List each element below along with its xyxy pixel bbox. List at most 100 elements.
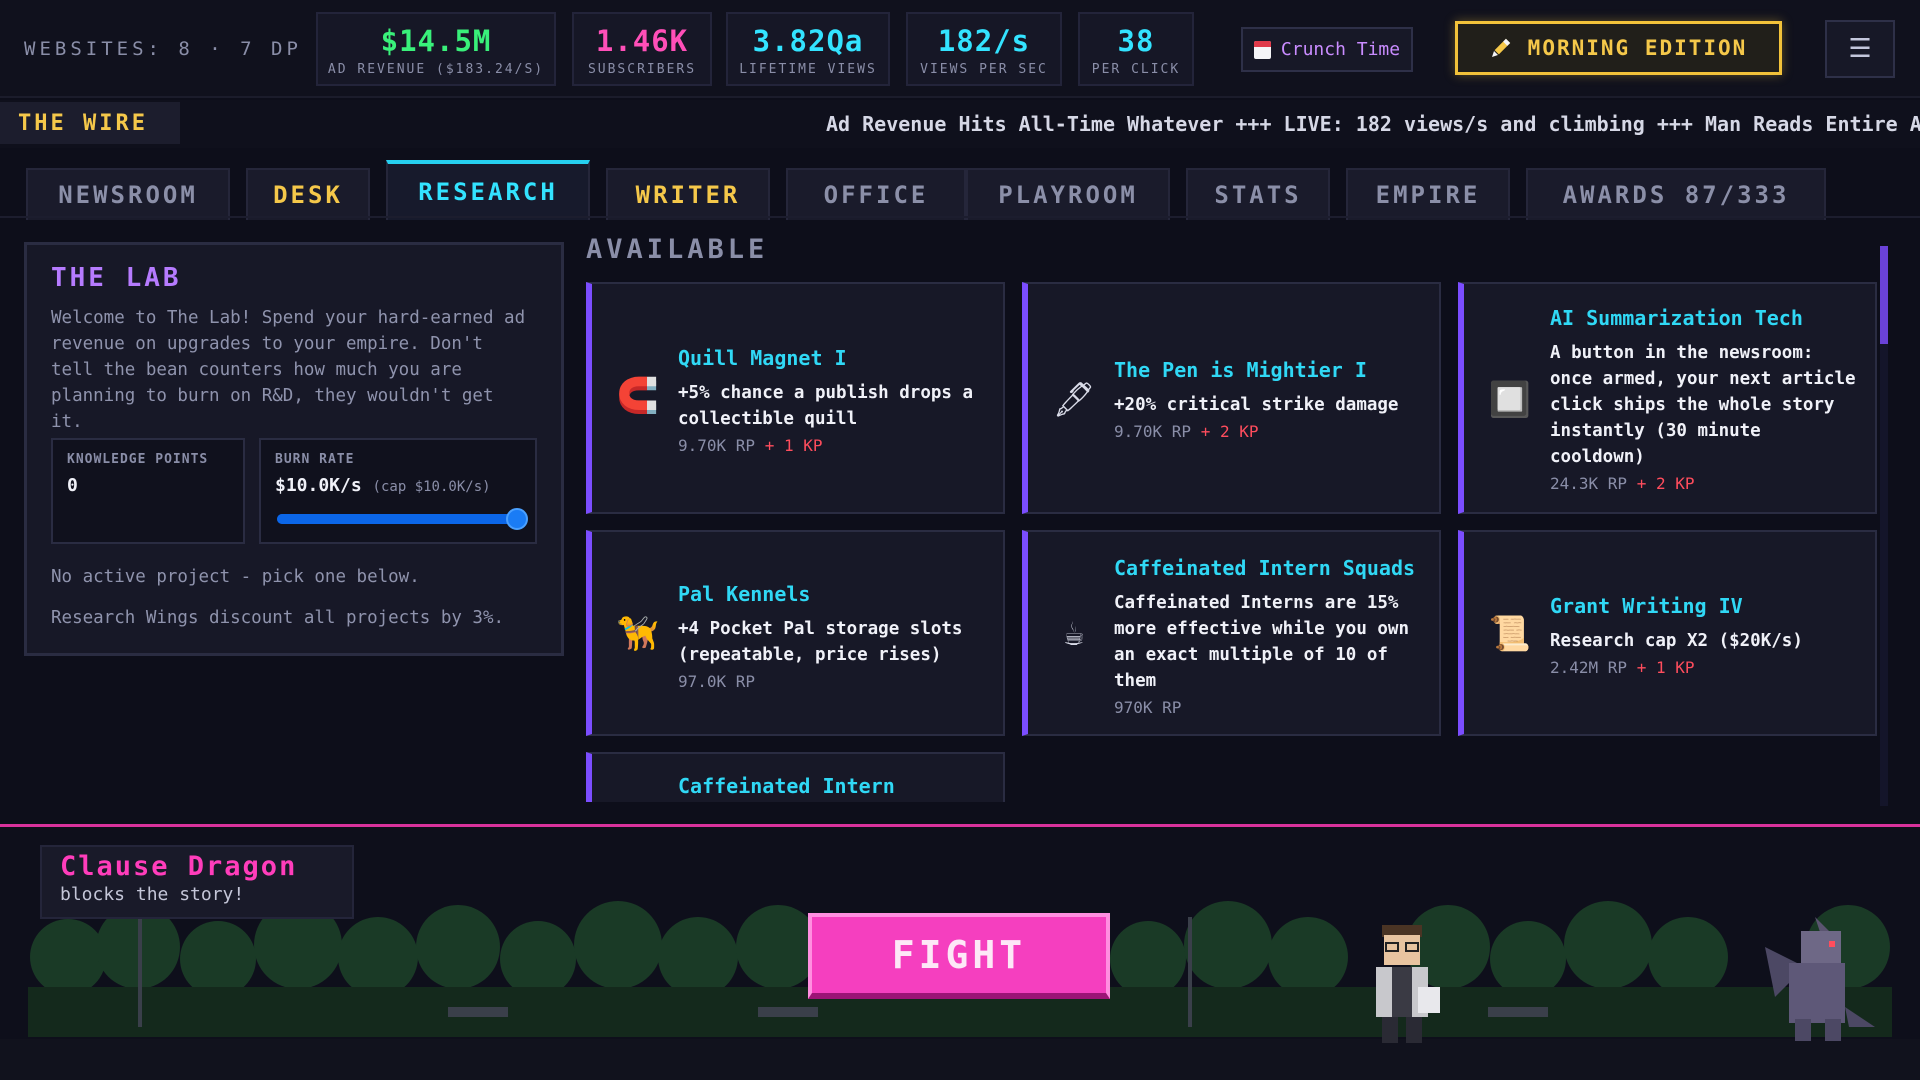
card-title: The Pen is Mightier I	[1114, 358, 1367, 382]
card-cost: 9.70K RP + 1 KP	[678, 436, 987, 455]
knowledge-points-label: KNOWLEDGE POINTS	[67, 452, 209, 467]
grant-scroll-icon: 📜	[1488, 614, 1532, 654]
card-description: +20% critical strike damage	[1114, 395, 1399, 415]
card-cost: 9.70K RP + 2 KP	[1114, 422, 1423, 441]
card-kp: + 1 KP	[764, 436, 823, 455]
enemy-subtitle: blocks the story!	[60, 884, 245, 905]
tab-awards[interactable]: AWARDS 87/333	[1526, 168, 1826, 220]
enemy-info: Clause Dragon blocks the story!	[40, 845, 354, 919]
card-cost: 24.3K RP + 2 KP	[1550, 474, 1859, 493]
stat-value: $14.5M	[380, 24, 492, 58]
tab-bar: NEWSROOM DESK RESEARCH WRITER OFFICE PLA…	[0, 160, 1920, 220]
lab-metrics: KNOWLEDGE POINTS 0 BURN RATE $10.0K/s (c…	[51, 438, 537, 544]
card-rp: 970K RP	[1114, 698, 1182, 717]
card-title: AI Summarization Tech	[1550, 306, 1803, 330]
wire-label: THE WIRE	[0, 102, 180, 144]
enemy-name: Clause Dragon	[60, 851, 298, 882]
calendar-icon	[1253, 40, 1271, 59]
crunch-time-label: Crunch Time	[1280, 39, 1401, 60]
card-rp: 97.0K RP	[678, 672, 756, 691]
card-description: +5% chance a publish drops a collectible…	[678, 383, 974, 429]
research-card-pen-mightier[interactable]: 🖋 The Pen is Mightier I +20% critical st…	[1022, 282, 1441, 514]
stat-per-click: 38 PER CLICK	[1078, 12, 1194, 86]
burn-rate-label: BURN RATE	[275, 452, 355, 467]
stat-subscribers: 1.46K SUBSCRIBERS	[572, 12, 712, 86]
card-rp: 24.3K RP	[1550, 474, 1628, 493]
lab-description: Welcome to The Lab! Spend your hard-earn…	[51, 308, 526, 432]
lab-panel: THE LAB Welcome to The Lab! Spend your h…	[24, 242, 564, 656]
stat-value: 38	[1117, 24, 1155, 58]
knowledge-points-box: KNOWLEDGE POINTS 0	[51, 438, 245, 544]
stat-label: PER CLICK	[1091, 62, 1181, 77]
pen-mightier-icon: 🖋	[1052, 380, 1096, 420]
research-card-pal-kennels[interactable]: 🦮 Pal Kennels +4 Pocket Pal storage slot…	[586, 530, 1005, 736]
research-card-grant-writing[interactable]: 📜 Grant Writing IV Research cap X2 ($20K…	[1458, 530, 1877, 736]
battle-scene: Clause Dragon blocks the story! FIGHT	[0, 824, 1920, 1080]
card-kp: + 2 KP	[1200, 422, 1259, 441]
knowledge-points-value: 0	[67, 475, 78, 496]
stat-value: 3.82Qa	[752, 24, 864, 58]
research-cards: 🧲 Quill Magnet I +5% chance a publish dr…	[586, 278, 1884, 802]
tab-desk[interactable]: DESK	[246, 168, 370, 220]
scrollbar-thumb[interactable]	[1880, 246, 1888, 344]
pal-kennel-icon: 🦮	[616, 614, 660, 654]
stat-label: LIFETIME VIEWS	[739, 62, 877, 77]
burn-rate-slider[interactable]	[277, 508, 528, 530]
hamburger-icon: ☰	[1848, 34, 1872, 64]
card-description: +4 Pocket Pal storage slots (repeatable,…	[678, 619, 963, 665]
tab-writer[interactable]: WRITER	[606, 168, 770, 220]
coffee-cup-icon: ☕	[1063, 614, 1085, 654]
card-cost: 97.0K RP	[678, 672, 987, 691]
reporter-character-icon	[1376, 925, 1440, 1043]
menu-button[interactable]: ☰	[1825, 20, 1895, 78]
ai-chip-icon: 🔲	[1488, 380, 1532, 420]
card-cost: 970K RP	[1114, 698, 1423, 717]
stat-views-per-sec: 182/s VIEWS PER SEC	[906, 12, 1062, 86]
tab-office[interactable]: OFFICE	[786, 168, 966, 220]
slider-fill	[277, 514, 517, 524]
tab-research[interactable]: RESEARCH	[386, 160, 590, 220]
tab-stats[interactable]: STATS	[1186, 168, 1330, 220]
card-kp: + 1 KP	[1636, 658, 1695, 677]
burn-rate-cap: (cap $10.0K/s)	[372, 479, 491, 495]
card-title: Grant Writing IV	[1550, 594, 1743, 618]
top-bar: WEBSITES: 8 · 7 DP $14.5M AD REVENUE ($1…	[0, 0, 1920, 98]
lab-title: THE LAB	[51, 263, 182, 293]
stat-label: VIEWS PER SEC	[920, 62, 1048, 77]
card-cost: 2.42M RP + 1 KP	[1550, 658, 1859, 677]
tab-playroom[interactable]: PLAYROOM	[966, 168, 1170, 220]
tab-newsroom[interactable]: NEWSROOM	[26, 168, 230, 220]
news-ticker: THE WIRE Ad Revenue Hits All-Time Whatev…	[0, 100, 1920, 148]
card-description: Caffeinated Interns are 15% more effecti…	[1114, 593, 1410, 691]
card-description: Research cap X2 ($20K/s)	[1550, 631, 1803, 651]
pencil-icon	[1491, 38, 1510, 57]
burn-rate-box: BURN RATE $10.0K/s (cap $10.0K/s)	[259, 438, 537, 544]
research-card-intern-mentors[interactable]: Caffeinated Intern Mentors	[586, 752, 1005, 802]
fight-button[interactable]: FIGHT	[808, 913, 1110, 999]
burn-rate-readout: $10.0K/s (cap $10.0K/s)	[275, 475, 521, 496]
lab-status: No active project - pick one below.	[51, 567, 420, 587]
cards-scrollbar[interactable]	[1880, 246, 1888, 806]
stat-ad-revenue: $14.5M AD REVENUE ($183.24/S)	[316, 12, 556, 86]
card-title: Pal Kennels	[678, 582, 811, 606]
research-card-caffeinated-squads[interactable]: ☕ Caffeinated Intern Squads Caffeinated …	[1022, 530, 1441, 736]
slider-thumb[interactable]	[506, 508, 528, 530]
morning-edition-label: MORNING EDITION	[1527, 36, 1748, 60]
lab-discount-note: Research Wings discount all projects by …	[51, 608, 505, 628]
research-card-quill-magnet[interactable]: 🧲 Quill Magnet I +5% chance a publish dr…	[586, 282, 1005, 514]
stat-lifetime-views: 3.82Qa LIFETIME VIEWS	[726, 12, 890, 86]
morning-edition-button[interactable]: MORNING EDITION	[1455, 21, 1782, 75]
quill-magnet-icon: 🧲	[616, 376, 660, 416]
wire-text: Ad Revenue Hits All-Time Whatever +++ LI…	[826, 112, 1920, 136]
websites-counter: WEBSITES: 8 · 7 DP	[24, 38, 302, 60]
card-rp: 9.70K RP	[1114, 422, 1192, 441]
crunch-time-button[interactable]: Crunch Time	[1241, 27, 1413, 72]
available-heading: AVAILABLE	[586, 234, 769, 265]
research-card-ai-summarization[interactable]: 🔲 AI Summarization Tech A button in the …	[1458, 282, 1877, 514]
tab-empire[interactable]: EMPIRE	[1346, 168, 1510, 220]
card-kp: + 2 KP	[1636, 474, 1695, 493]
card-title: Caffeinated Intern Mentors	[678, 774, 895, 802]
stat-label: SUBSCRIBERS	[587, 62, 697, 77]
clause-dragon-icon	[1765, 917, 1875, 1041]
stat-value: 1.46K	[595, 24, 689, 58]
